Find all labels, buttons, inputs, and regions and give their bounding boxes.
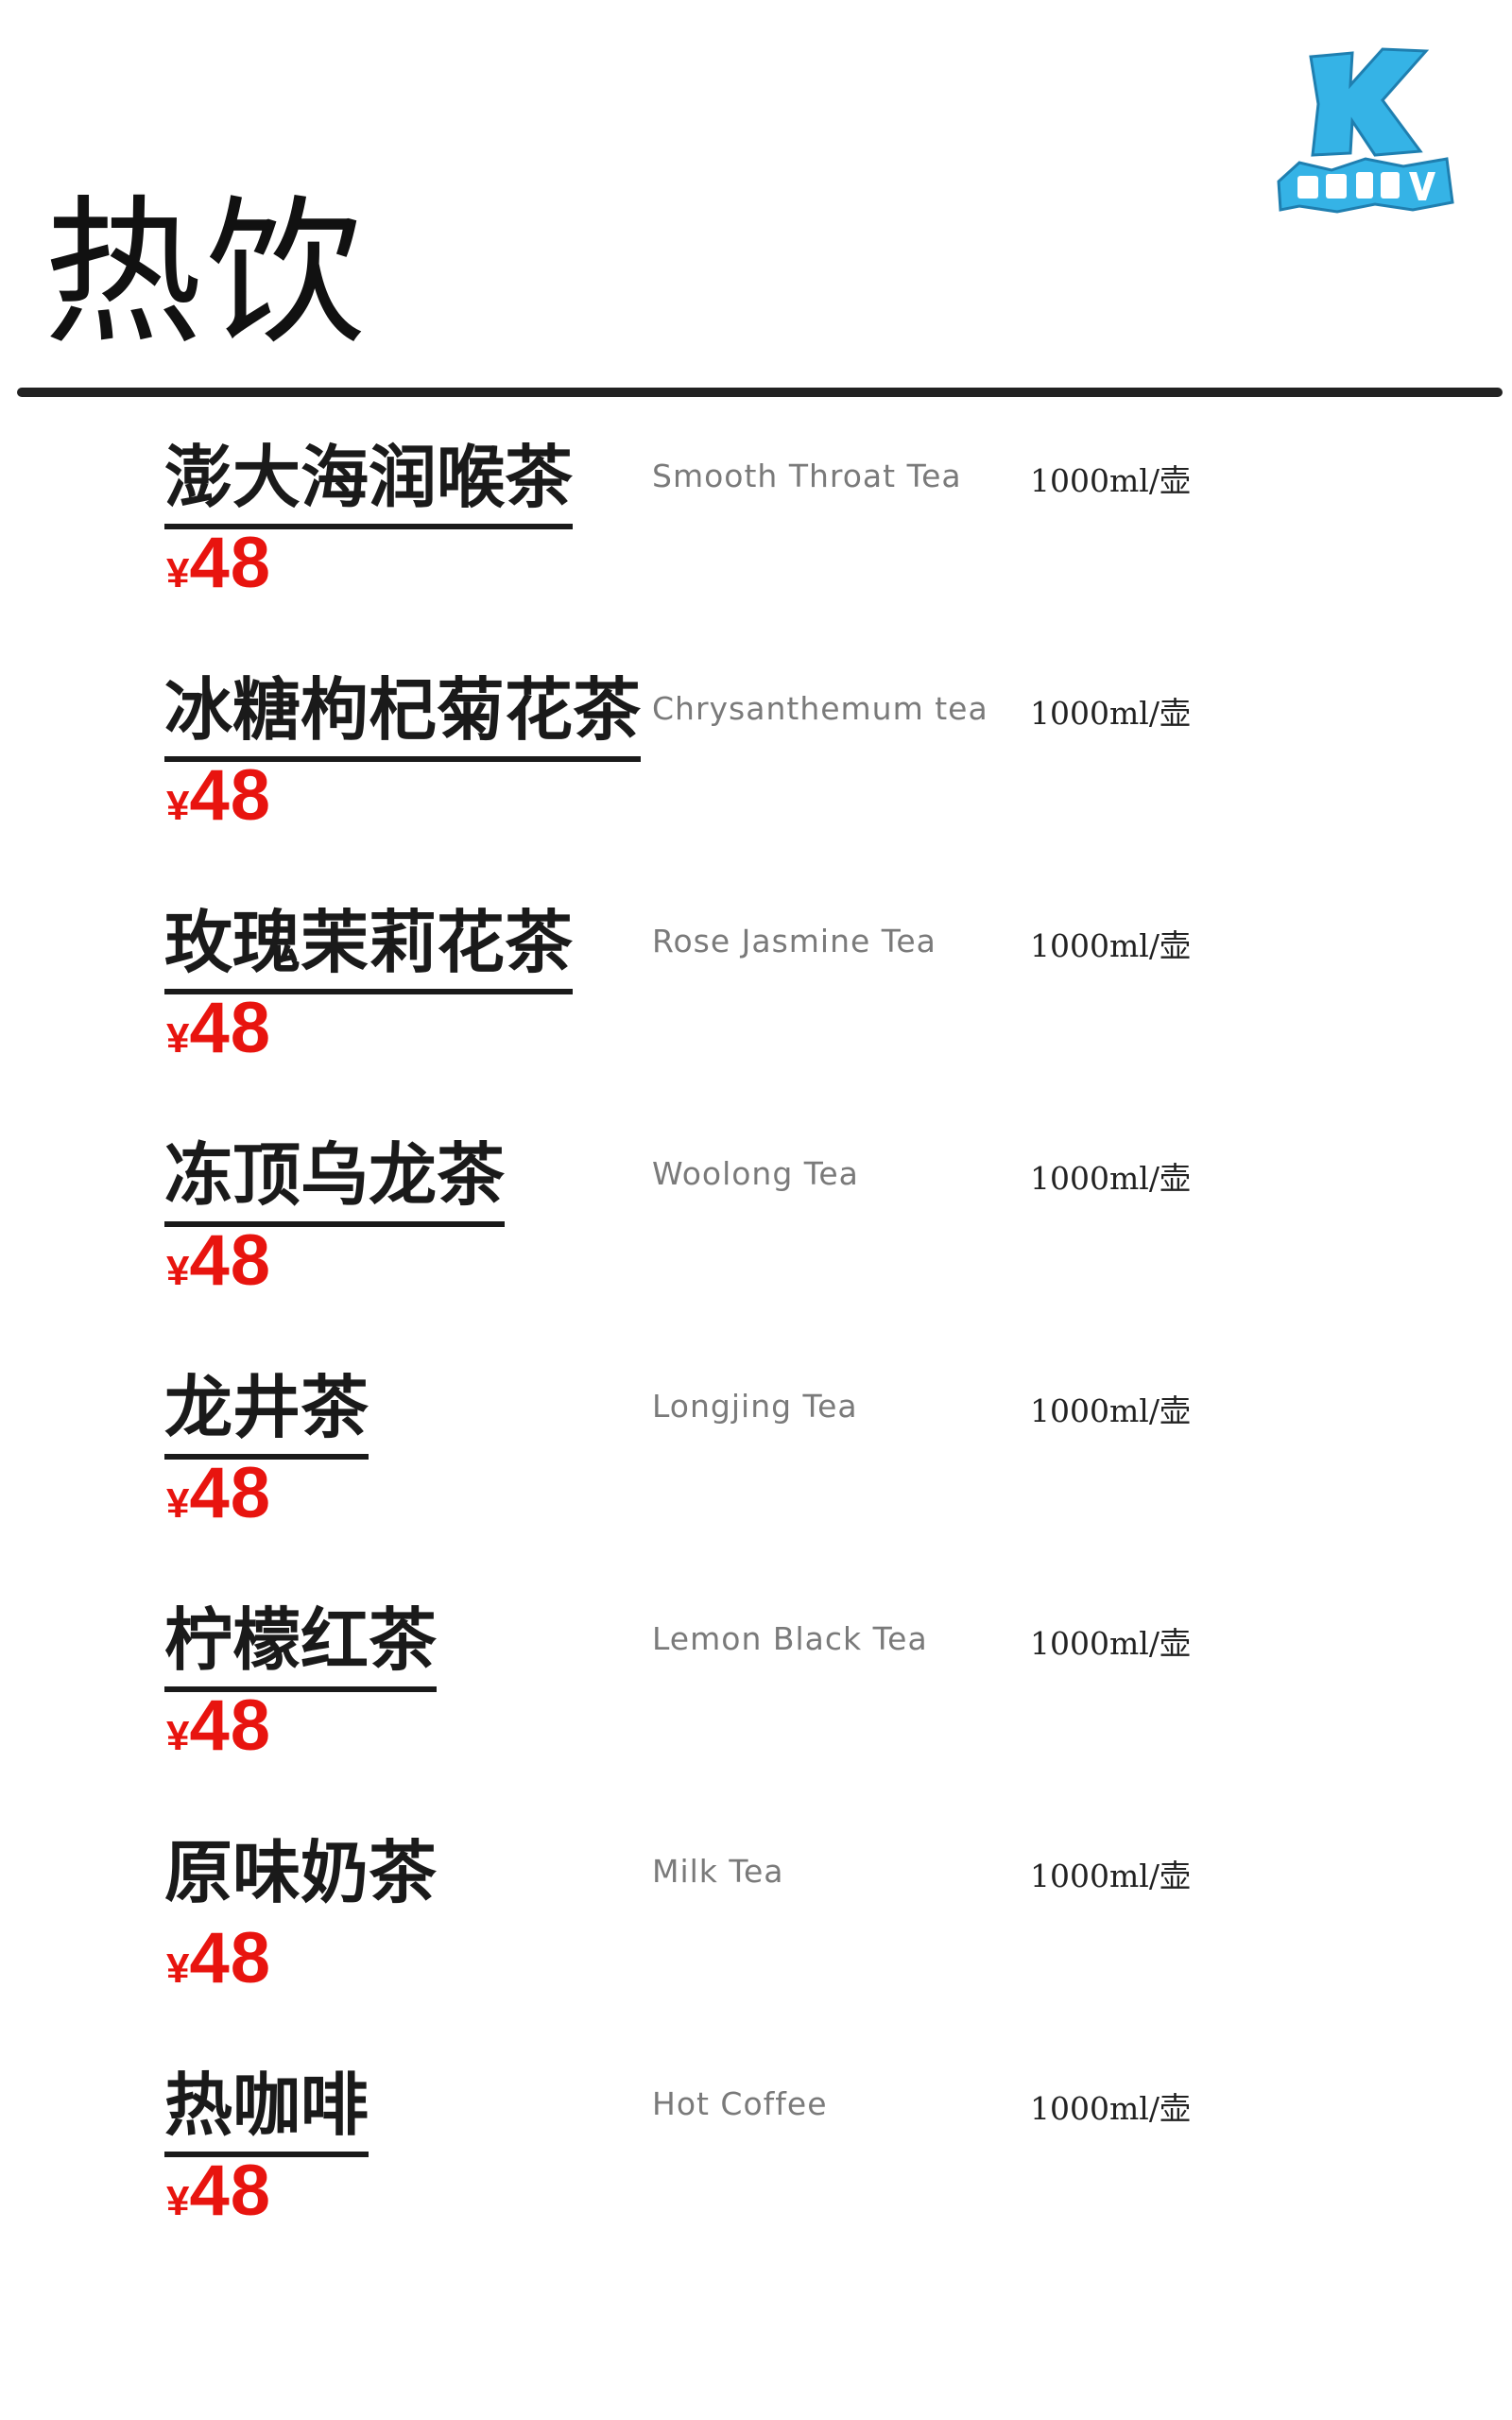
title-divider <box>17 388 1503 397</box>
item-price: ¥48 <box>166 1690 271 1762</box>
item-name: 龙井茶 <box>164 1365 369 1460</box>
item-english-name: Lemon Black Tea <box>652 1620 928 1657</box>
item-english-name: Chrysanthemum tea <box>652 690 988 727</box>
item-name: 原味奶茶 <box>164 1833 438 1912</box>
item-english-name: Longjing Tea <box>652 1388 858 1425</box>
menu-item: 玫瑰茉莉花茶 Rose Jasmine Tea 1000ml/壶 ¥48 <box>164 900 1298 1089</box>
brand-logo <box>1271 38 1460 217</box>
price-currency: ¥ <box>166 1480 190 1527</box>
price-currency: ¥ <box>166 1015 190 1062</box>
item-size: 1000ml/壶 <box>1030 927 1191 964</box>
item-price: ¥48 <box>166 1225 271 1297</box>
price-value: 48 <box>189 755 272 836</box>
item-price: ¥48 <box>166 760 271 832</box>
item-size: 1000ml/壶 <box>1030 1858 1191 1894</box>
item-name: 玫瑰茉莉花茶 <box>164 900 574 994</box>
price-currency: ¥ <box>166 550 190 596</box>
price-currency: ¥ <box>166 1945 190 1992</box>
item-size: 1000ml/壶 <box>1030 1392 1191 1429</box>
item-size: 1000ml/壶 <box>1030 462 1191 499</box>
item-name: 冰糖枸杞菊花茶 <box>164 667 642 762</box>
item-name: 冻顶乌龙茶 <box>164 1132 506 1227</box>
item-price: ¥48 <box>166 1458 271 1530</box>
menu-item: 冰糖枸杞菊花茶 Chrysanthemum tea 1000ml/壶 ¥48 <box>164 667 1298 856</box>
price-value: 48 <box>189 1220 272 1301</box>
price-value: 48 <box>189 1453 272 1533</box>
menu-item: 冻顶乌龙茶 Woolong Tea 1000ml/壶 ¥48 <box>164 1132 1298 1322</box>
item-price: ¥48 <box>166 993 271 1064</box>
item-name: 柠檬红茶 <box>164 1598 438 1692</box>
item-size: 1000ml/壶 <box>1030 1160 1191 1197</box>
price-value: 48 <box>189 1918 272 1998</box>
price-currency: ¥ <box>166 2178 190 2224</box>
price-currency: ¥ <box>166 1248 190 1294</box>
item-size: 1000ml/壶 <box>1030 1625 1191 1662</box>
menu-item: 柠檬红茶 Lemon Black Tea 1000ml/壶 ¥48 <box>164 1598 1298 1787</box>
menu-item: 澎大海润喉茶 Smooth Throat Tea 1000ml/壶 ¥48 <box>164 435 1298 624</box>
menu-item: 龙井茶 Longjing Tea 1000ml/壶 ¥48 <box>164 1365 1298 1554</box>
price-value: 48 <box>189 2151 272 2231</box>
item-size: 1000ml/壶 <box>1030 695 1191 732</box>
price-value: 48 <box>189 1685 272 1766</box>
menu-item: 热咖啡 Hot Coffee 1000ml/壶 ¥48 <box>164 2063 1298 2252</box>
item-price: ¥48 <box>166 1923 271 1995</box>
item-name: 澎大海润喉茶 <box>164 435 574 529</box>
item-price: ¥48 <box>166 2155 271 2227</box>
item-english-name: Rose Jasmine Tea <box>652 923 936 959</box>
item-name: 热咖啡 <box>164 2063 369 2157</box>
menu-item: 原味奶茶 Milk Tea 1000ml/壶 ¥48 <box>164 1830 1298 2019</box>
price-currency: ¥ <box>166 1713 190 1759</box>
item-english-name: Woolong Tea <box>652 1155 859 1192</box>
price-currency: ¥ <box>166 783 190 829</box>
price-value: 48 <box>189 988 272 1068</box>
item-size: 1000ml/壶 <box>1030 2090 1191 2127</box>
logo-graphic <box>1277 47 1454 214</box>
item-english-name: Smooth Throat Tea <box>652 458 962 494</box>
item-english-name: Hot Coffee <box>652 2085 828 2122</box>
page-title: 热饮 <box>43 181 369 366</box>
item-price: ¥48 <box>166 527 271 599</box>
logo-k-shape <box>1309 47 1430 157</box>
item-english-name: Milk Tea <box>652 1853 784 1890</box>
price-value: 48 <box>189 523 272 603</box>
